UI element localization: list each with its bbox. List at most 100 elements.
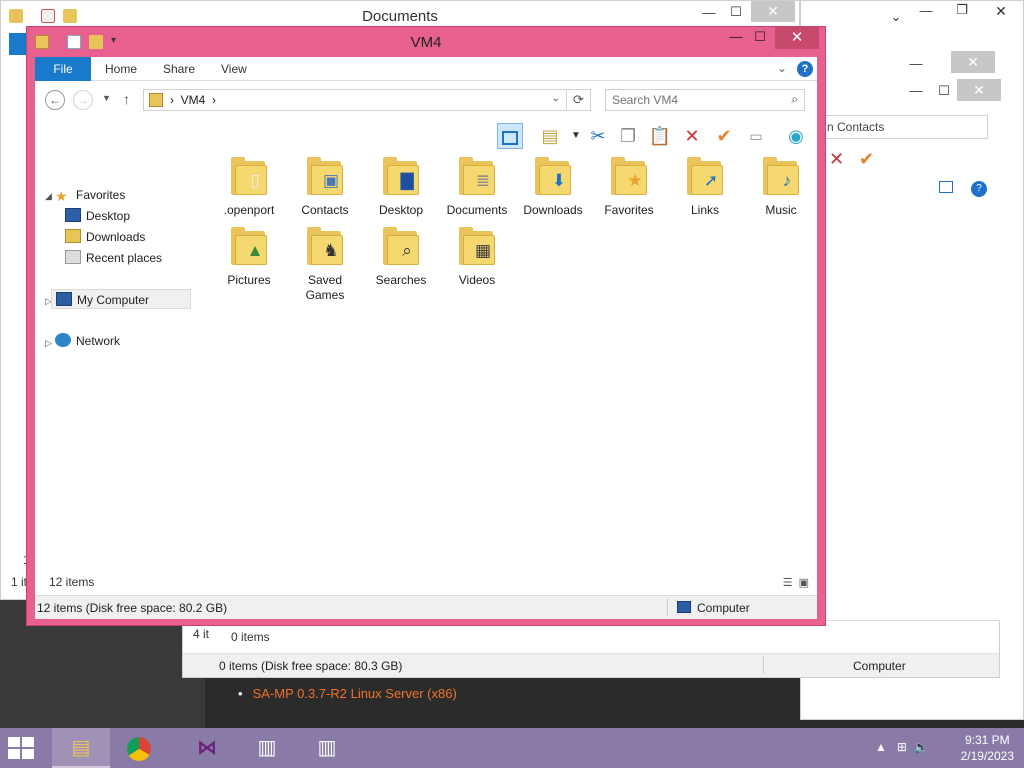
- show-hidden-icons-icon[interactable]: ▲: [875, 740, 887, 754]
- folder-label: Searches: [375, 273, 427, 287]
- minimize-button[interactable]: —: [911, 3, 941, 18]
- star-icon: ★: [627, 171, 643, 190]
- shell-icon[interactable]: ◉: [783, 123, 809, 149]
- close-button[interactable]: ✕: [951, 51, 995, 73]
- folder-item[interactable]: ▣ Contacts: [287, 155, 363, 218]
- tab-file[interactable]: File: [35, 57, 91, 81]
- preview-pane-icon[interactable]: [939, 181, 953, 193]
- help-icon[interactable]: ?: [971, 181, 987, 197]
- delete-icon[interactable]: ✕: [829, 149, 844, 170]
- app-window-taskbar-button[interactable]: ▥: [238, 728, 296, 768]
- folder-icon: ▦: [455, 225, 499, 269]
- maximize-button[interactable]: ☐: [745, 27, 775, 49]
- tab-view[interactable]: View: [221, 57, 247, 81]
- folder-label: Links: [690, 203, 719, 217]
- nav-recent-places[interactable]: Recent places: [65, 248, 162, 268]
- nav-downloads[interactable]: Downloads: [65, 227, 145, 247]
- folder-item[interactable]: ♪ Music: [743, 155, 819, 218]
- nav-desktop[interactable]: Desktop: [65, 206, 130, 226]
- tab-share[interactable]: Share: [163, 57, 195, 81]
- address-dropdown-icon[interactable]: ⌄: [552, 93, 560, 104]
- titlebar[interactable]: ▾ VM4 — ☐ ✕: [27, 27, 825, 57]
- maximize-button[interactable]: ☐: [929, 83, 959, 99]
- large-icons-view-icon[interactable]: ▣: [799, 577, 809, 589]
- nav-my-computer[interactable]: My Computer: [51, 289, 191, 309]
- checkmark-icon[interactable]: ✔: [711, 123, 737, 149]
- maximize-button[interactable]: ☐: [721, 4, 751, 20]
- collapse-arrow-icon[interactable]: ◢: [45, 191, 52, 202]
- vm4-window: ▾ VM4 — ☐ ✕ File Home Share View ⌄ ? ← →…: [26, 26, 826, 626]
- refresh-button[interactable]: ⟳: [567, 89, 591, 111]
- navigation-pane-button[interactable]: [497, 123, 523, 149]
- chrome-taskbar-button[interactable]: [110, 728, 168, 768]
- nav-recent-places-label: Recent places: [86, 251, 163, 265]
- start-button[interactable]: [8, 737, 36, 759]
- magnifier-icon: ⌕: [402, 241, 412, 260]
- link-arrow-icon: ➚: [703, 171, 719, 190]
- status-bar: 0 items (Disk free space: 80.3 GB) Compu…: [183, 653, 999, 677]
- close-button[interactable]: ✕: [775, 27, 819, 49]
- breadcrumb[interactable]: › VM4 ›: [170, 93, 216, 107]
- breadcrumb-separator: ›: [170, 93, 174, 107]
- nav-favorites[interactable]: ★ Favorites: [55, 185, 125, 205]
- item-count: 1 it: [11, 575, 28, 589]
- help-button[interactable]: ?: [797, 61, 813, 77]
- contacts-search-input[interactable]: n Contacts: [820, 115, 988, 139]
- volume-icon[interactable]: 🔈: [914, 740, 929, 754]
- folder-icon: ▯: [227, 155, 271, 199]
- folder-item[interactable]: ★ Favorites: [591, 155, 667, 218]
- folder-item[interactable]: ▲ Pictures: [211, 225, 287, 288]
- status-text: 0 items (Disk free space: 80.3 GB): [219, 659, 403, 673]
- search-icon[interactable]: ⌕: [791, 92, 798, 107]
- app-window-taskbar-button[interactable]: ▥: [298, 728, 356, 768]
- up-button[interactable]: ↑: [123, 91, 130, 107]
- folder-item[interactable]: ♞ Saved Games: [287, 225, 363, 303]
- folder-item[interactable]: ⬇ Downloads: [515, 155, 591, 218]
- minimize-button[interactable]: —: [694, 5, 724, 20]
- folder-label: Desktop: [378, 203, 424, 217]
- folder-item[interactable]: ▦ Videos: [439, 225, 515, 288]
- copy-icon[interactable]: ❐: [615, 123, 641, 149]
- clock[interactable]: 9:31 PM 2/19/2023: [961, 732, 1014, 764]
- search-input[interactable]: [612, 93, 782, 107]
- folder-icon: ★: [607, 155, 651, 199]
- properties-button[interactable]: ▤: [537, 123, 563, 149]
- close-button[interactable]: ✕: [981, 1, 1021, 21]
- breadcrumb-vm4[interactable]: VM4: [181, 93, 206, 107]
- toolbar: ▤ ▼ ✂ ❐ 📋 ✕ ✔ ▭ ◉: [35, 119, 817, 151]
- file-explorer-taskbar-button[interactable]: ▤: [52, 728, 110, 768]
- paste-icon[interactable]: 📋: [647, 123, 673, 149]
- folder-item[interactable]: ▇ Desktop: [363, 155, 439, 218]
- close-button[interactable]: ✕: [957, 79, 1001, 101]
- rename-icon[interactable]: ▭: [743, 123, 769, 149]
- cut-icon[interactable]: ✂: [585, 123, 611, 149]
- folder-item[interactable]: ➚ Links: [667, 155, 743, 218]
- back-button[interactable]: ←: [45, 90, 65, 110]
- chevron-down-icon[interactable]: ⌄: [881, 9, 911, 25]
- restore-button[interactable]: ❐: [947, 2, 977, 18]
- address-bar[interactable]: › VM4 › ⌄: [143, 89, 567, 111]
- forward-button[interactable]: →: [73, 90, 93, 110]
- nav-network[interactable]: Network: [55, 331, 120, 351]
- checkmark-icon[interactable]: ✔: [859, 149, 874, 170]
- minimize-button[interactable]: —: [901, 56, 931, 71]
- network-status-icon[interactable]: ⊞: [897, 740, 907, 754]
- visual-studio-taskbar-button[interactable]: ⋈: [178, 728, 236, 768]
- status-text: 12 items (Disk free space: 80.2 GB): [37, 601, 228, 615]
- folder-item[interactable]: ⌕ Searches: [363, 225, 439, 288]
- folder-item[interactable]: ▯ .openport: [211, 155, 287, 218]
- folder-item[interactable]: ≣ Documents: [439, 155, 515, 218]
- download-arrow-icon: ⬇: [551, 171, 567, 190]
- minimize-button[interactable]: —: [901, 83, 931, 98]
- nav-downloads-label: Downloads: [86, 230, 146, 244]
- expand-ribbon-icon[interactable]: ⌄: [777, 61, 787, 75]
- tab-home[interactable]: Home: [105, 57, 137, 81]
- delete-icon[interactable]: ✕: [679, 123, 705, 149]
- close-button[interactable]: ✕: [751, 1, 795, 22]
- details-view-icon[interactable]: ☰: [783, 577, 793, 589]
- sa-mp-link[interactable]: SA-MP 0.3.7-R2 Linux Server (x86): [238, 686, 457, 701]
- expand-arrow-icon[interactable]: ▷: [45, 338, 52, 349]
- background-explorer-window: 4 it 0 items 0 items (Disk free space: 8…: [182, 620, 1000, 678]
- recent-locations-icon[interactable]: ▼: [102, 93, 111, 103]
- search-box[interactable]: ⌕: [605, 89, 805, 111]
